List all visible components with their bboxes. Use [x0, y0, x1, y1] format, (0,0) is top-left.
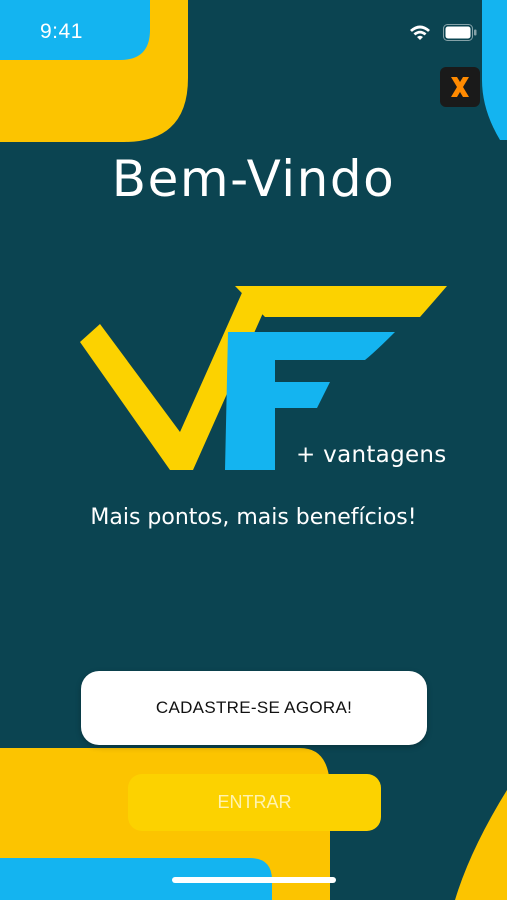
- signup-button[interactable]: CADASTRE-SE AGORA!: [81, 671, 427, 745]
- status-time: 9:41: [40, 20, 83, 43]
- battery-icon: [443, 24, 477, 41]
- logo-subtext: + vantagens: [296, 442, 447, 468]
- wifi-icon: [410, 25, 430, 40]
- x-app-icon: [451, 77, 469, 97]
- enter-button[interactable]: ENTRAR: [128, 774, 381, 831]
- welcome-title: Bem-Vindo: [111, 150, 396, 208]
- tagline: Mais pontos, mais benefícios!: [90, 505, 417, 530]
- welcome-screen: 9:41 Bem-Vindo + vantagens Mais pontos, …: [0, 0, 507, 900]
- x-app-button[interactable]: [440, 67, 480, 107]
- home-indicator[interactable]: [172, 877, 336, 883]
- status-bar: 9:41: [0, 0, 507, 64]
